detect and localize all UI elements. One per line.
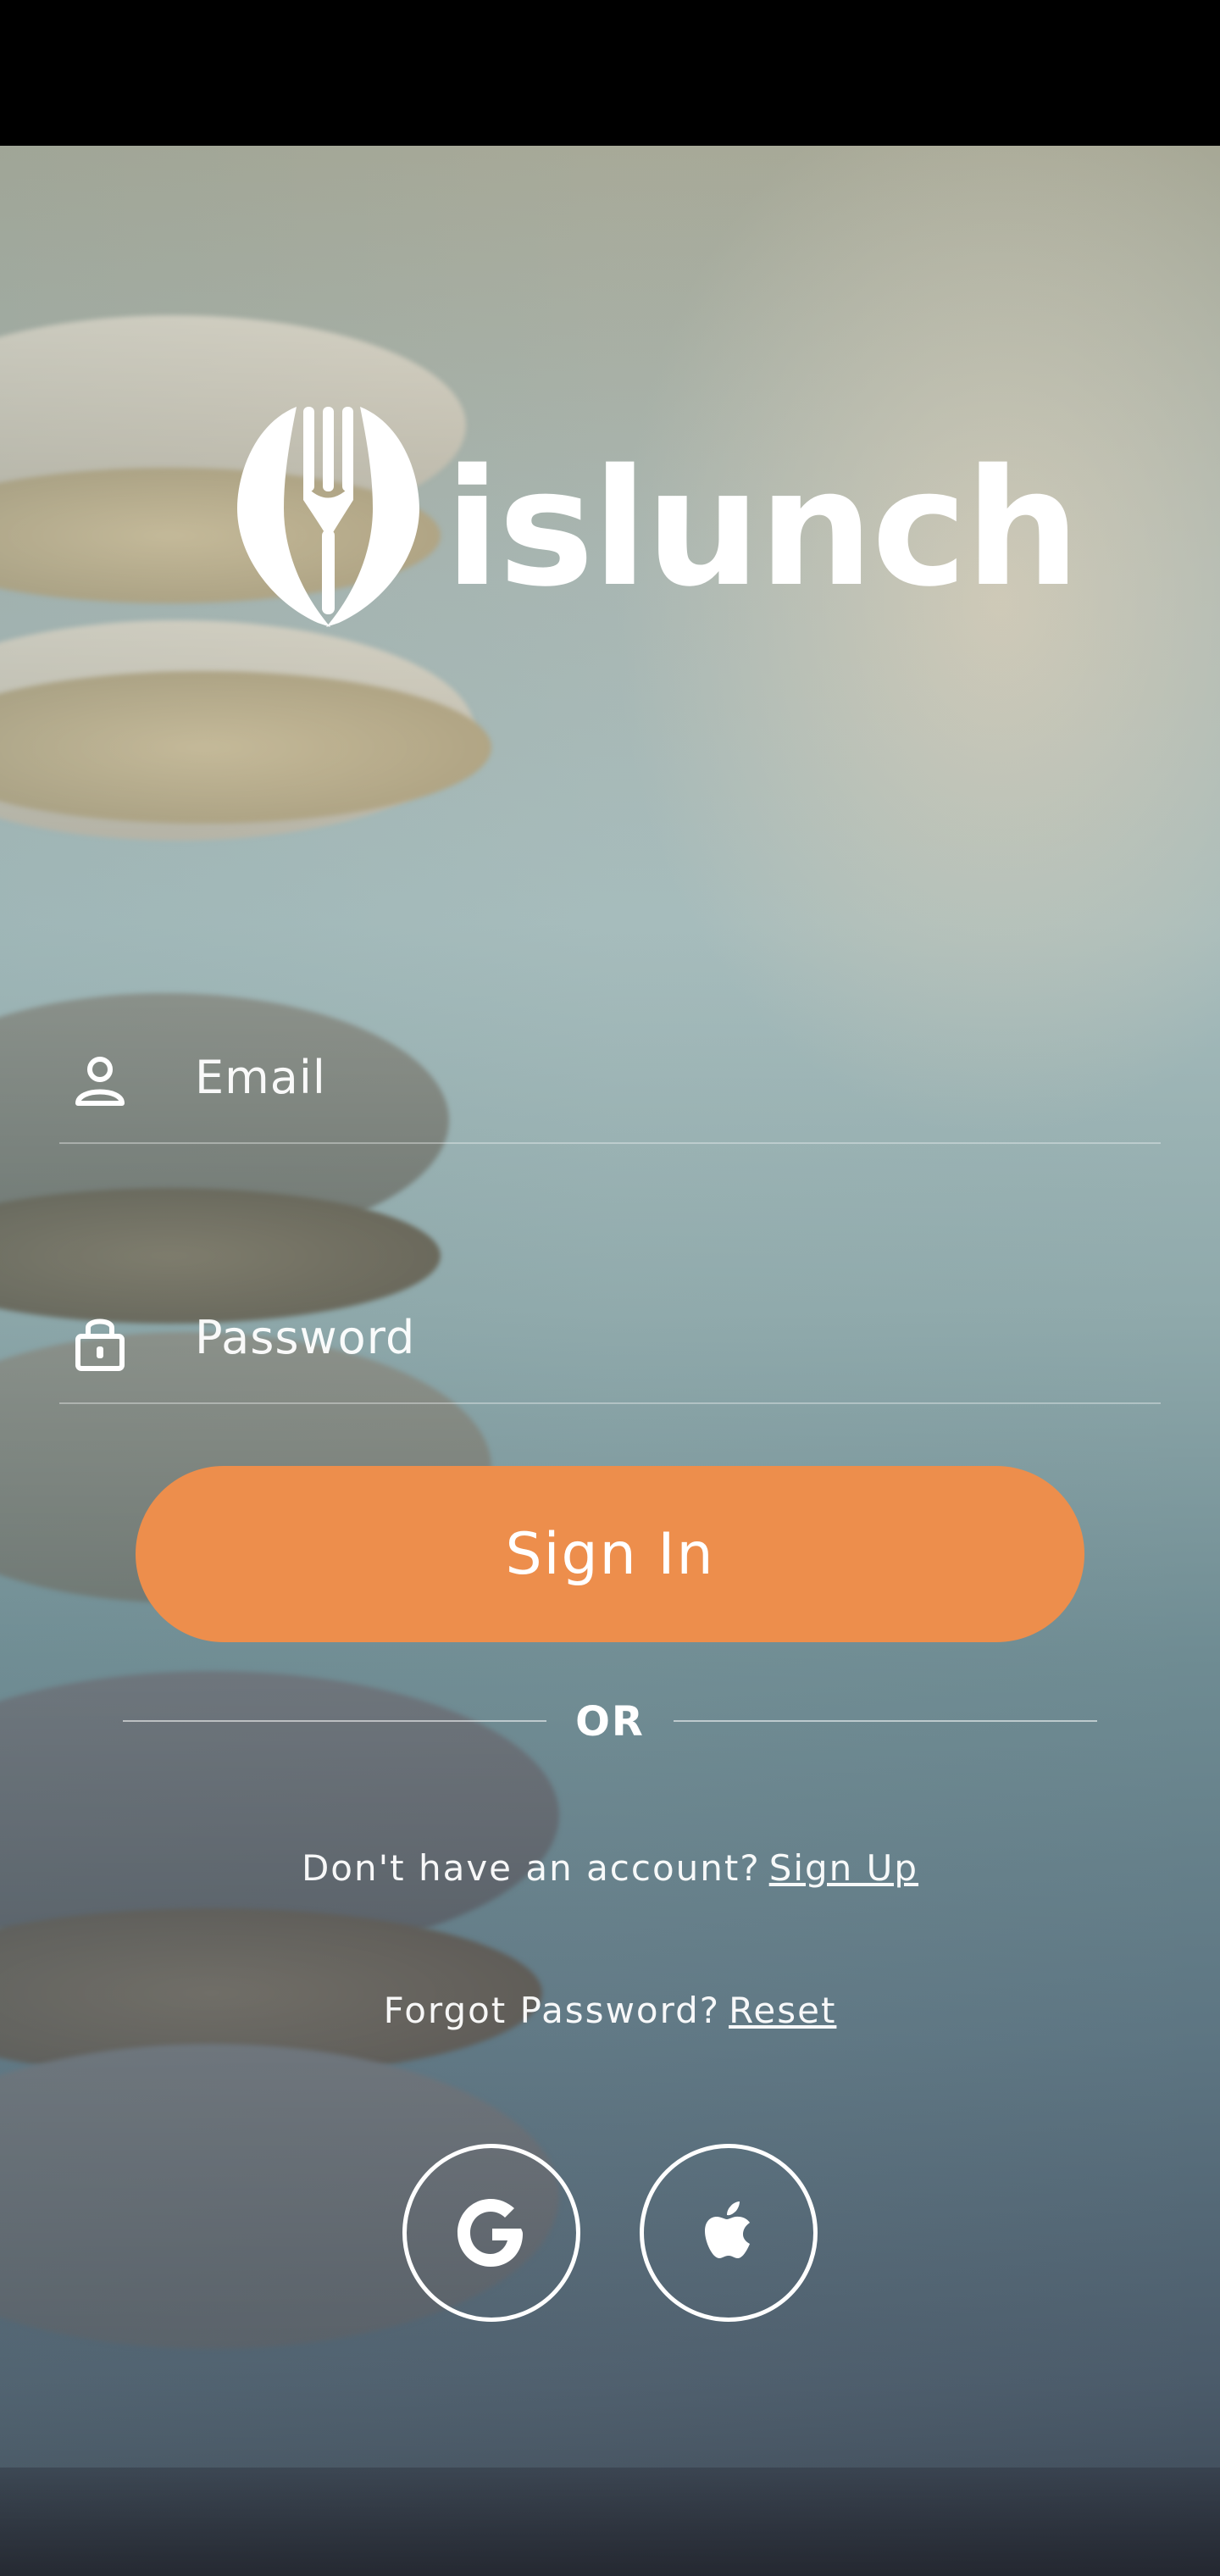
password-underline bbox=[59, 1402, 1161, 1404]
forgot-password-row: Forgot Password? Reset bbox=[0, 1990, 1220, 2031]
password-field[interactable]: Password bbox=[59, 1277, 1161, 1404]
email-underline bbox=[59, 1142, 1161, 1144]
background-floor bbox=[0, 2468, 1220, 2576]
google-icon bbox=[458, 2199, 523, 2267]
sign-up-link[interactable]: Sign Up bbox=[769, 1847, 918, 1889]
lock-icon bbox=[75, 1319, 125, 1371]
app-logo: islunch bbox=[237, 407, 1080, 627]
or-divider: OR bbox=[123, 1695, 1097, 1754]
apple-sign-in-button[interactable] bbox=[640, 2144, 818, 2322]
fork-spoon-logo-icon bbox=[237, 407, 419, 627]
forgot-password-text: Forgot Password? bbox=[383, 1990, 721, 2031]
status-bar bbox=[0, 0, 1220, 146]
password-input[interactable]: Password bbox=[195, 1311, 415, 1364]
no-account-text: Don't have an account? bbox=[301, 1847, 761, 1889]
apple-icon bbox=[705, 2201, 750, 2258]
google-sign-in-button[interactable] bbox=[402, 2144, 580, 2322]
email-input[interactable]: Email bbox=[195, 1051, 326, 1104]
sign-in-button[interactable]: Sign In bbox=[136, 1466, 1084, 1642]
email-field[interactable]: Email bbox=[59, 1017, 1161, 1144]
sign-up-row: Don't have an account? Sign Up bbox=[0, 1847, 1220, 1889]
person-icon bbox=[75, 1057, 125, 1106]
or-divider-line-right bbox=[674, 1720, 1097, 1722]
or-label: OR bbox=[575, 1698, 645, 1746]
app-logo-text: islunch bbox=[445, 435, 1080, 622]
reset-link[interactable]: Reset bbox=[729, 1990, 836, 2031]
